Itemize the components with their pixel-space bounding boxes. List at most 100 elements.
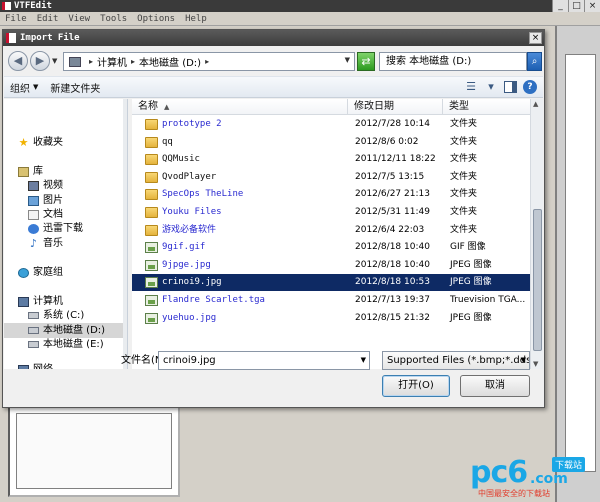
history-dropdown-icon[interactable]: ▼ (52, 57, 57, 65)
file-name: SpecOps TheLine (162, 189, 244, 200)
folder-icon (145, 119, 158, 130)
preview-canvas (565, 54, 596, 472)
image-file-icon (145, 259, 158, 271)
column-name[interactable]: 名称 ▲ (132, 99, 348, 115)
file-type: JPEG 图像 (450, 277, 492, 288)
file-name: 9jpge.jpg (162, 259, 211, 270)
file-type: 文件夹 (450, 136, 478, 147)
nav-item-label: 音乐 (43, 238, 63, 249)
image-file-icon (145, 312, 158, 324)
minimize-button[interactable]: _ (552, 0, 568, 12)
file-date: 2012/8/18 10:40 (355, 259, 430, 270)
dialog-close-button[interactable]: × (529, 32, 542, 44)
file-name: crinoi9.jpg (162, 277, 222, 288)
file-list: 名称 ▲ 修改日期 类型 prototype 2 2012/7/28 10:14 文件… (132, 99, 530, 369)
drive-icon (28, 312, 39, 319)
nav-drive-d[interactable]: 本地磁盘 (D:) (4, 323, 127, 338)
preview-pane-icon[interactable] (504, 81, 517, 93)
filename-input[interactable]: crinoi9.jpg ▼ (158, 351, 370, 370)
file-row[interactable]: qq 2012/8/6 0:02 文件夹 (132, 134, 530, 151)
scroll-up-icon[interactable]: ▲ (533, 100, 538, 108)
back-button[interactable]: ◀ (8, 51, 28, 71)
file-date: 2012/8/6 0:02 (355, 136, 419, 147)
watermark-logo: pc6 (470, 455, 528, 490)
pc6-watermark: pc6 .com 下载站 中国最安全的下载站 (470, 455, 598, 499)
file-list-scrollbar[interactable]: ▲ ▼ (530, 99, 543, 369)
image-file-icon (145, 295, 158, 306)
dialog-title-bar: Import File × (3, 30, 544, 46)
nav-thunder-downloads[interactable]: 迅雷下载 (4, 221, 127, 236)
file-name: prototype 2 (162, 119, 222, 129)
refresh-button[interactable]: ⇄ (357, 52, 375, 71)
view-dropdown-icon[interactable]: ▾ (484, 80, 498, 94)
open-button[interactable]: 打开(O) (382, 375, 450, 397)
file-name: qq (162, 136, 173, 147)
file-date: 2012/7/5 13:15 (355, 171, 425, 182)
picture-icon (28, 195, 39, 206)
nav-scrollbar[interactable] (123, 99, 127, 369)
file-row[interactable]: QQMusic 2011/12/11 18:22 文件夹 (132, 151, 530, 168)
column-date[interactable]: 修改日期 (348, 99, 443, 115)
close-button[interactable]: × (584, 0, 600, 12)
file-row[interactable]: Youku Files 2012/5/31 11:49 文件夹 (132, 204, 530, 221)
file-type-select[interactable]: Supported Files (*.bmp;*.dds ▼ (382, 351, 530, 370)
file-row[interactable]: yuehuo.jpg 2012/8/15 21:32 JPEG 图像 (132, 310, 530, 327)
sort-up-icon: ▲ (164, 103, 170, 111)
search-icon[interactable]: ⌕ (527, 52, 542, 71)
address-dropdown-icon[interactable]: ▼ (345, 56, 350, 64)
file-date: 2012/7/28 10:14 (355, 119, 430, 129)
file-row[interactable]: 9gif.gif 2012/8/18 10:40 GIF 图像 (132, 239, 530, 256)
file-row[interactable]: 9jpge.jpg 2012/8/18 10:40 JPEG 图像 (132, 257, 530, 274)
search-input[interactable]: 搜索 本地磁盘 (D:) (379, 52, 527, 71)
nav-item-label: 迅雷下载 (43, 223, 83, 234)
breadcrumb-drive-d[interactable]: 本地磁盘 (D:) (139, 54, 201, 69)
cancel-button[interactable]: 取消 (460, 375, 530, 397)
help-icon[interactable]: ? (523, 80, 537, 94)
nav-computer[interactable]: 计算机 (4, 294, 127, 309)
scroll-down-icon[interactable]: ▼ (533, 360, 538, 368)
nav-favorites[interactable]: ★ 收藏夹 (4, 135, 127, 150)
file-date: 2012/5/31 11:49 (355, 207, 430, 217)
file-row[interactable]: Flandre Scarlet.tga 2012/7/13 19:37 Truevi… (132, 292, 530, 309)
address-bar[interactable]: ▸ 计算机 ▸ 本地磁盘 (D:) ▸ ▼ (63, 52, 355, 71)
new-folder-button[interactable]: 新建文件夹 (44, 80, 106, 95)
nav-documents[interactable]: 文档 (4, 207, 127, 222)
folder-icon (145, 136, 158, 148)
maximize-button[interactable]: □ (568, 0, 584, 12)
file-row[interactable]: 游戏必备软件 2012/6/4 22:03 文件夹 (132, 222, 530, 239)
watermark-tagline: 中国最安全的下载站 (478, 489, 550, 498)
forward-button[interactable]: ▶ (30, 51, 50, 71)
nav-network[interactable]: 网络 (4, 362, 127, 369)
menu-tools[interactable]: Tools (95, 12, 132, 25)
menu-view[interactable]: View (63, 12, 95, 25)
menu-bar: File Edit View Tools Options Help (0, 12, 600, 26)
file-row[interactable]: prototype 2 2012/7/28 10:14 文件夹 (132, 116, 530, 133)
breadcrumb-computer[interactable]: 计算机 (97, 54, 127, 69)
chevron-down-icon[interactable]: ▼ (521, 352, 526, 369)
nav-drive-e[interactable]: 本地磁盘 (E:) (4, 337, 127, 352)
nav-video[interactable]: 视频 (4, 178, 127, 193)
view-options-icon[interactable]: ☰ (464, 80, 478, 94)
nav-library[interactable]: 库 (4, 164, 127, 179)
file-row[interactable]: QvodPlayer 2012/7/5 13:15 文件夹 (132, 169, 530, 186)
nav-pictures[interactable]: 图片 (4, 193, 127, 208)
nav-homegroup[interactable]: 家庭组 (4, 265, 127, 280)
thumbnail-canvas (16, 413, 172, 489)
chevron-down-icon: ▼ (33, 83, 39, 91)
menu-file[interactable]: File (0, 12, 32, 25)
column-type[interactable]: 类型 (443, 99, 530, 115)
file-name: 9gif.gif (162, 242, 206, 253)
video-icon (28, 180, 39, 191)
nav-drive-c[interactable]: 系统 (C:) (4, 308, 127, 323)
file-row[interactable]: SpecOps TheLine 2012/6/27 21:13 文件夹 (132, 186, 530, 203)
app-logo-icon (2, 2, 11, 10)
menu-options[interactable]: Options (132, 12, 180, 25)
scrollbar-thumb[interactable] (533, 209, 542, 351)
dialog-title: Import File (20, 33, 80, 43)
chevron-down-icon[interactable]: ▼ (361, 352, 366, 369)
menu-help[interactable]: Help (180, 12, 212, 25)
organize-button[interactable]: 组织 ▼ (4, 80, 44, 95)
file-row[interactable]: crinoi9.jpg 2012/8/18 10:53 JPEG 图像 (132, 274, 530, 292)
menu-edit[interactable]: Edit (32, 12, 64, 25)
nav-music[interactable]: ♪ 音乐 (4, 236, 127, 251)
